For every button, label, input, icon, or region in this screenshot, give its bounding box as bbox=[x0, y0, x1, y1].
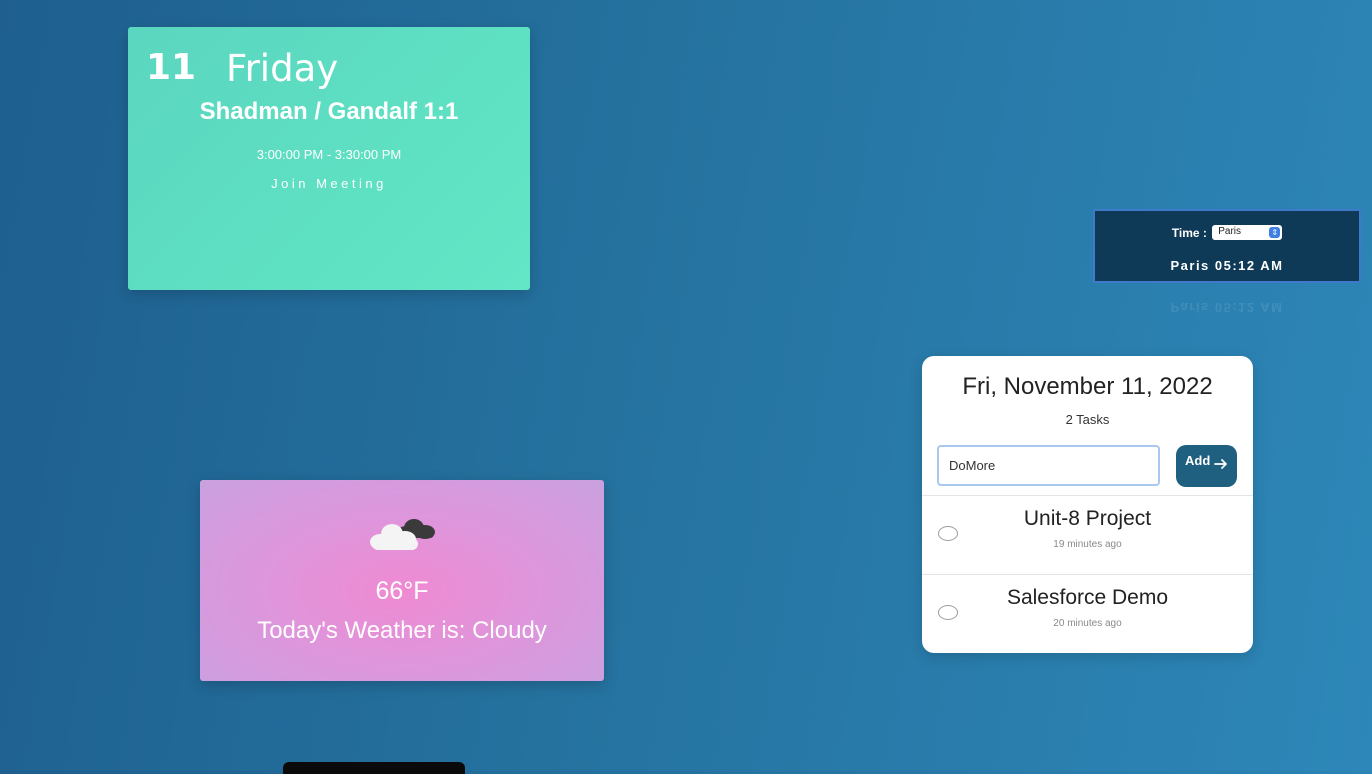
task-title: Unit-8 Project bbox=[1023, 507, 1152, 530]
weather-temperature: 66°F bbox=[375, 577, 429, 605]
todo-date: Fri, November 11, 2022 bbox=[962, 373, 1213, 400]
list-item: Salesforce Demo 20 minutes ago bbox=[922, 575, 1253, 653]
todo-card: Fri, November 11, 2022 2 Tasks Add Unit-… bbox=[922, 356, 1253, 653]
timezone-select-value: Paris bbox=[1218, 226, 1242, 238]
weather-card: 66°F Today's Weather is: Cloudy bbox=[200, 480, 604, 681]
new-task-input[interactable] bbox=[937, 445, 1160, 486]
task-title: Salesforce Demo bbox=[1006, 586, 1169, 609]
task-time-ago: 19 minutes ago bbox=[1053, 539, 1122, 550]
meeting-time-range: 3:00:00 PM - 3:30:00 PM bbox=[256, 147, 402, 162]
cloudy-icon bbox=[370, 519, 435, 550]
add-task-label: Add bbox=[1185, 453, 1211, 468]
meeting-day-number: 11 bbox=[146, 47, 197, 88]
weather-description: Today's Weather is: Cloudy bbox=[257, 617, 547, 644]
clock-display: Paris 05:12 AM bbox=[1170, 258, 1284, 273]
select-arrows-icon: ⇕ bbox=[1269, 227, 1281, 239]
timezone-row: Time : Paris ⇕ bbox=[1095, 225, 1359, 241]
meeting-card: 11 Friday Shadman / Gandalf 1:1 3:00:00 … bbox=[128, 27, 530, 290]
clock-display-reflection: Paris 05:12 AM bbox=[1170, 300, 1284, 315]
meeting-title: Shadman / Gandalf 1:1 bbox=[199, 98, 459, 125]
task-count: 2 Tasks bbox=[1065, 412, 1110, 427]
bottom-bar bbox=[283, 762, 465, 774]
list-item: Unit-8 Project 19 minutes ago bbox=[922, 496, 1253, 574]
timezone-select[interactable]: Paris ⇕ bbox=[1212, 225, 1283, 241]
arrow-right-icon bbox=[1214, 459, 1227, 469]
join-meeting-link[interactable]: Join Meeting bbox=[128, 176, 530, 191]
task-time-ago: 20 minutes ago bbox=[1053, 618, 1122, 629]
add-task-button[interactable]: Add bbox=[1176, 445, 1237, 487]
time-widget: Time : Paris ⇕ Paris 05:12 AM bbox=[1093, 209, 1361, 283]
meeting-weekday: Friday bbox=[226, 47, 339, 90]
time-label: Time : bbox=[1171, 225, 1207, 240]
